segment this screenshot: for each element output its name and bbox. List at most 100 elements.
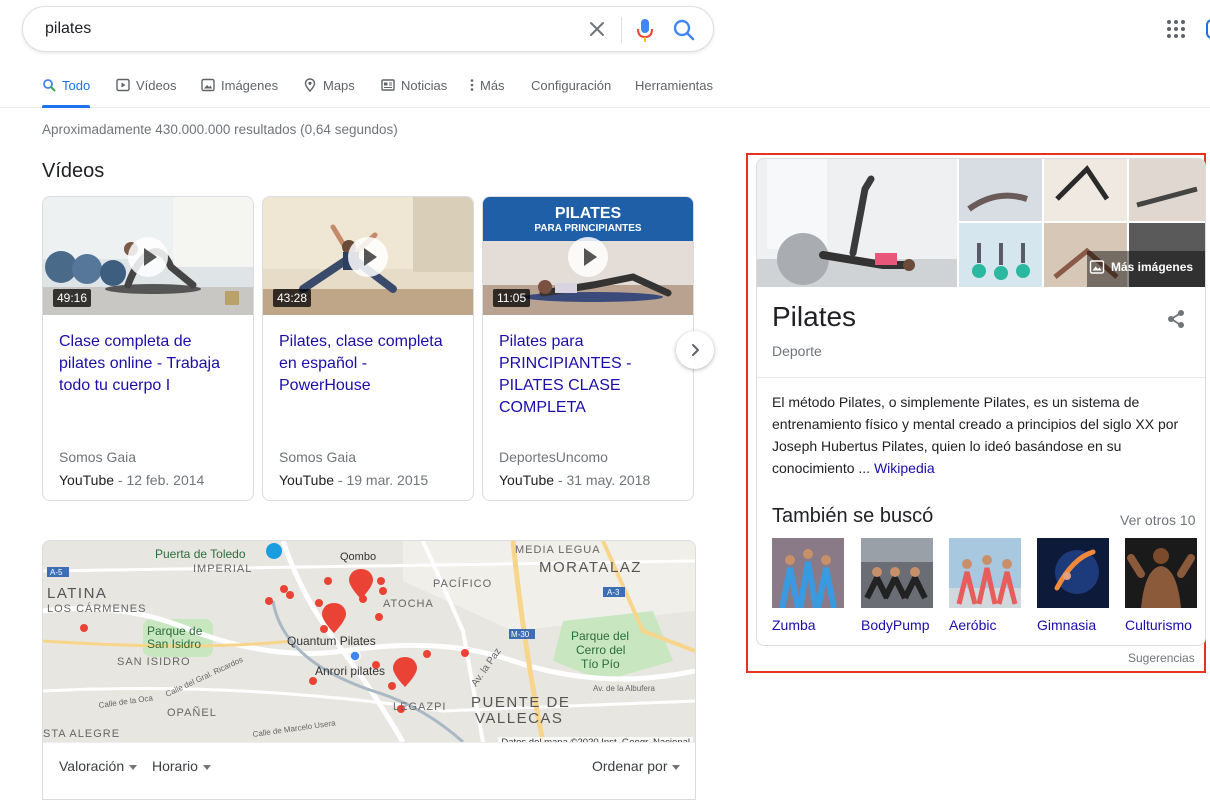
more-vertical-icon (470, 79, 474, 91)
map-label: LEGAZPI (393, 701, 446, 713)
video-thumbnail[interactable]: PILATES PARA PRINCIPIANTES 11:05 (483, 197, 693, 315)
map-label: Parque del (571, 629, 629, 643)
map-label: Puerta de Toledo (155, 547, 246, 561)
sort-by-dropdown[interactable]: Ordenar por (592, 758, 680, 774)
map-label: Parque de (147, 624, 203, 638)
tab-label: Imágenes (221, 77, 279, 93)
also-searched-item[interactable]: BodyPump (861, 538, 933, 633)
tab-label: Maps (323, 77, 355, 93)
map-label: Anrori pilates (315, 664, 385, 678)
video-date: - 31 may. 2018 (554, 472, 651, 488)
video-meta: YouTube - 12 feb. 2014 (59, 472, 204, 488)
filter-rating[interactable]: Valoración (59, 758, 137, 774)
more-images-link[interactable]: Más imágenes (1089, 259, 1193, 275)
search-box[interactable] (22, 6, 714, 52)
filter-hours[interactable]: Horario (152, 758, 211, 774)
tab-tools[interactable]: Herramientas (635, 62, 713, 108)
tab-more[interactable]: Más (470, 62, 505, 108)
thumbnail-title: PILATES (554, 205, 622, 222)
tab-images[interactable]: Imágenes (201, 62, 278, 108)
video-title-link[interactable]: Pilates, clase completa en español - Pow… (279, 331, 461, 397)
tab-label: Configuración (531, 77, 612, 93)
tab-settings[interactable]: Configuración (531, 62, 611, 108)
map-label: ATOCHA (383, 598, 434, 610)
image-icon (1089, 260, 1105, 274)
carousel-next-button[interactable] (676, 331, 714, 369)
search-tabs: Todo Vídeos Imágenes Maps Noticias Más C… (0, 62, 1210, 108)
tab-videos[interactable]: Vídeos (116, 62, 176, 108)
also-searched-item[interactable]: Gimnasia (1037, 538, 1109, 633)
tab-label: Todo (62, 77, 91, 93)
related-image (949, 538, 1021, 608)
map-label: PACÍFICO (433, 577, 492, 590)
map-label: PUENTE DE (471, 694, 570, 711)
also-searched-title: También se buscó (772, 505, 934, 527)
video-meta: YouTube - 19 mar. 2015 (279, 472, 428, 488)
video-date: - 12 feb. 2014 (114, 472, 205, 488)
microphone-icon[interactable] (635, 16, 655, 44)
map-label: STA ALEGRE (43, 728, 120, 740)
video-card[interactable]: PILATES PARA PRINCIPIANTES 11:05 Pilates… (482, 196, 694, 501)
tab-label: Herramientas (635, 77, 714, 93)
map-label: OPAÑEL (167, 706, 217, 719)
local-map[interactable]: Puerta de Toledo Qombo MEDIA LEGUA MORAT… (43, 541, 695, 742)
wikipedia-link[interactable]: Wikipedia (874, 460, 935, 476)
video-duration: 49:16 (53, 289, 92, 307)
video-title-link[interactable]: Clase completa de pilates online - Traba… (59, 331, 241, 397)
clear-icon[interactable] (585, 17, 609, 41)
result-stats: Aproximadamente 430.000.000 resultados (… (42, 122, 398, 137)
chevron-right-icon (692, 344, 699, 356)
map-label: IMPERIAL (193, 563, 252, 575)
knowledge-panel-description: El método Pilates, o simplemente Pilates… (772, 391, 1192, 479)
play-icon[interactable] (348, 237, 388, 277)
search-icon[interactable] (671, 17, 697, 43)
map-label: MORATALAZ (539, 559, 642, 576)
video-thumbnail[interactable]: 43:28 (263, 197, 473, 315)
video-platform: YouTube (279, 472, 335, 488)
news-icon (381, 79, 395, 91)
map-label: Cerro del (576, 643, 625, 657)
map-label: Quantum Pilates (287, 634, 376, 648)
description-text: El método Pilates, o simplemente Pilates… (772, 394, 1179, 476)
map-label: Tío Pío (581, 657, 620, 671)
tab-label: Noticias (401, 77, 448, 93)
also-searched-item[interactable]: Culturismo (1125, 538, 1197, 633)
videos-section-title: Vídeos (42, 160, 105, 182)
related-label: Aeróbic (949, 617, 997, 633)
tab-maps[interactable]: Maps (303, 62, 355, 108)
avatar[interactable] (1206, 19, 1210, 39)
image-icon (201, 78, 215, 92)
video-card[interactable]: 49:16 Clase completa de pilates online -… (42, 196, 254, 501)
play-icon[interactable] (128, 237, 168, 277)
search-icon (43, 79, 56, 92)
knowledge-panel-subtitle: Deporte (772, 343, 822, 359)
map-label: A-5 (50, 568, 63, 577)
tab-todo[interactable]: Todo (42, 62, 91, 108)
feedback-link[interactable]: Sugerencias (1128, 651, 1195, 665)
play-icon[interactable] (568, 237, 608, 277)
video-meta: YouTube - 31 may. 2018 (499, 472, 650, 488)
video-date: - 19 mar. 2015 (334, 472, 429, 488)
map-label: LOS CÁRMENES (47, 602, 146, 615)
video-channel: Somos Gaia (59, 449, 137, 465)
tab-news[interactable]: Noticias (381, 62, 447, 108)
related-label: Zumba (772, 617, 816, 633)
search-input[interactable] (43, 7, 563, 51)
related-image (1125, 538, 1197, 608)
apps-grid-icon[interactable] (1166, 19, 1186, 39)
also-searched-item[interactable]: Aeróbic (949, 538, 1021, 633)
video-card[interactable]: 43:28 Pilates, clase completa en español… (262, 196, 474, 501)
video-title-link[interactable]: Pilates para PRINCIPIANTES - PILATES CLA… (499, 331, 681, 419)
video-platform: YouTube (499, 472, 555, 488)
knowledge-panel-title: Pilates (772, 301, 857, 332)
related-image (861, 538, 933, 608)
map-label: M-30 (511, 630, 530, 639)
see-more-link[interactable]: Ver otros 10 (1120, 512, 1196, 528)
share-icon[interactable] (1165, 308, 1187, 330)
video-thumbnail[interactable]: 49:16 (43, 197, 253, 315)
local-results-card: Puerta de Toledo Qombo MEDIA LEGUA MORAT… (42, 540, 696, 800)
also-searched-item[interactable]: Zumba (772, 538, 844, 633)
tab-label: Más (480, 77, 505, 93)
video-duration: 11:05 (493, 289, 531, 307)
map-filters: Valoración Horario Ordenar por (43, 742, 695, 792)
